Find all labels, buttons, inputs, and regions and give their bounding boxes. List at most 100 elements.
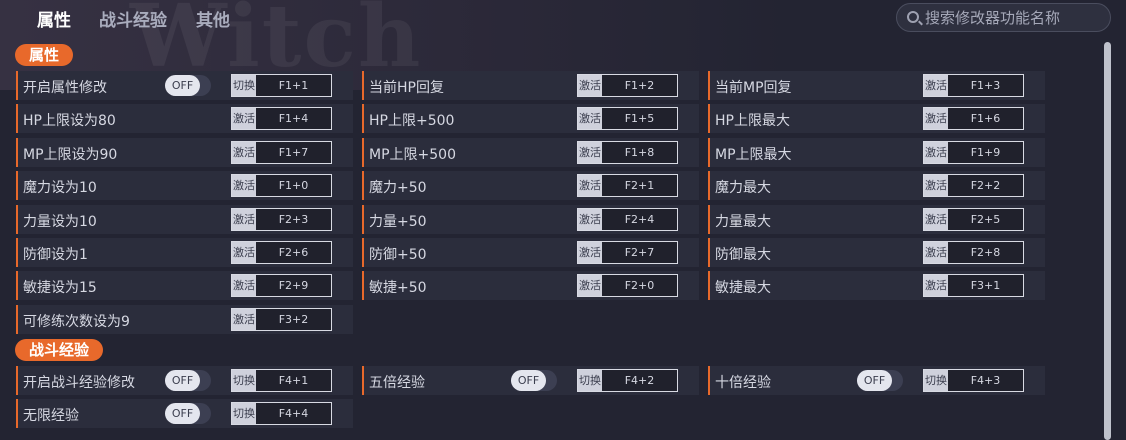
hotkey-button[interactable]: 切换 F4+2	[577, 369, 678, 392]
hotkey-combo: F1+7	[278, 146, 309, 159]
hotkey-button[interactable]: 激活 F2+9	[231, 274, 332, 297]
hotkey-combo: F2+3	[278, 213, 309, 226]
hotkey-combo: F1+1	[278, 79, 309, 92]
hotkey-combo: F1+6	[970, 112, 1001, 125]
cheat-row: 魔力+50 激活 F2+1	[362, 171, 699, 200]
hotkey-button[interactable]: 激活 F3+1	[923, 274, 1024, 297]
hotkey-button[interactable]: 激活 F2+5	[923, 208, 1024, 231]
cheat-label: 敏捷+50	[369, 280, 427, 296]
hotkey-action-label: 激活	[232, 209, 256, 230]
hotkey-button[interactable]: 切换 F4+3	[923, 369, 1024, 392]
cheat-row: 当前HP回复 激活 F1+2	[362, 71, 699, 100]
hotkey-combo: F2+6	[278, 246, 309, 259]
cheat-label: MP上限最大	[715, 147, 792, 163]
cheat-label: 魔力+50	[369, 180, 427, 196]
hotkey-action-label: 激活	[578, 242, 602, 263]
hotkey-button[interactable]: 激活 F2+0	[577, 274, 678, 297]
hotkey-action-label: 激活	[578, 75, 602, 96]
cheat-toggle[interactable]: OFF	[857, 370, 903, 391]
toggle-state-label: OFF	[857, 370, 892, 391]
cheat-toggle[interactable]: OFF	[165, 403, 211, 424]
hotkey-action-label: 切换	[578, 370, 602, 391]
hotkey-combo: F2+2	[970, 179, 1001, 192]
toggle-state-label: OFF	[165, 403, 200, 424]
cheat-label: 魔力最大	[715, 180, 771, 196]
cheat-row: MP上限+500 激活 F1+8	[362, 138, 699, 167]
cheat-toggle[interactable]: OFF	[511, 370, 557, 391]
cheat-label: MP上限+500	[369, 147, 456, 163]
hotkey-action-label: 激活	[578, 275, 602, 296]
section-header: 战斗经验	[15, 339, 104, 361]
hotkey-button[interactable]: 激活 F2+6	[231, 241, 332, 264]
cheat-row: 可修练次数设为9 激活 F3+2	[16, 305, 353, 334]
cheat-row: HP上限+500 激活 F1+5	[362, 104, 699, 133]
hotkey-button[interactable]: 切换 F4+4	[231, 402, 332, 425]
hotkey-button[interactable]: 切换 F1+1	[231, 74, 332, 97]
tab-battle-exp[interactable]: 战斗经验	[99, 6, 167, 31]
hotkey-combo: F4+4	[278, 407, 309, 420]
hotkey-combo: F1+2	[624, 79, 655, 92]
cheat-label: HP上限最大	[715, 113, 790, 129]
cheat-row: 力量最大 激活 F2+5	[708, 205, 1045, 234]
tab-other[interactable]: 其他	[196, 6, 230, 31]
hotkey-combo: F2+8	[970, 246, 1001, 259]
hotkey-action-label: 激活	[578, 142, 602, 163]
hotkey-button[interactable]: 激活 F1+6	[923, 107, 1024, 130]
hotkey-button[interactable]: 切换 F4+1	[231, 369, 332, 392]
cheat-row: MP上限设为90 激活 F1+7	[16, 138, 353, 167]
hotkey-action-label: 激活	[232, 309, 256, 330]
hotkey-button[interactable]: 激活 F1+5	[577, 107, 678, 130]
cheat-toggle[interactable]: OFF	[165, 370, 211, 391]
hotkey-combo: F1+5	[624, 112, 655, 125]
search-box[interactable]	[896, 3, 1111, 32]
toggle-state-label: OFF	[165, 370, 200, 391]
hotkey-action-label: 激活	[924, 209, 948, 230]
hotkey-action-label: 激活	[578, 108, 602, 129]
hotkey-button[interactable]: 激活 F1+3	[923, 74, 1024, 97]
hotkey-combo: F1+8	[624, 146, 655, 159]
hotkey-button[interactable]: 激活 F2+4	[577, 208, 678, 231]
hotkey-button[interactable]: 激活 F2+2	[923, 174, 1024, 197]
cheat-label: 十倍经验	[715, 375, 771, 391]
hotkey-button[interactable]: 激活 F3+2	[231, 308, 332, 331]
hotkey-button[interactable]: 激活 F1+7	[231, 141, 332, 164]
hotkey-button[interactable]: 激活 F2+8	[923, 241, 1024, 264]
hotkey-action-label: 切换	[232, 370, 256, 391]
toggle-state-label: OFF	[511, 370, 546, 391]
hotkey-combo: F2+0	[624, 279, 655, 292]
hotkey-action-label: 激活	[924, 175, 948, 196]
section-header: 属性	[15, 44, 74, 66]
hotkey-action-label: 激活	[924, 275, 948, 296]
hotkey-button[interactable]: 激活 F1+4	[231, 107, 332, 130]
hotkey-button[interactable]: 激活 F1+0	[231, 174, 332, 197]
cheat-toggle[interactable]: OFF	[165, 75, 211, 96]
hotkey-button[interactable]: 激活 F2+7	[577, 241, 678, 264]
cheat-label: MP上限设为90	[23, 147, 118, 163]
search-input[interactable]	[925, 7, 1105, 28]
cheat-label: 防御+50	[369, 247, 427, 263]
cheat-row: 当前MP回复 激活 F1+3	[708, 71, 1045, 100]
cheat-label: 可修练次数设为9	[23, 314, 130, 330]
hotkey-combo: F1+0	[278, 179, 309, 192]
cheat-row: 魔力最大 激活 F2+2	[708, 171, 1045, 200]
cheat-row: 防御+50 激活 F2+7	[362, 238, 699, 267]
hotkey-combo: F4+3	[970, 374, 1001, 387]
hotkey-button[interactable]: 激活 F2+3	[231, 208, 332, 231]
hotkey-combo: F4+1	[278, 374, 309, 387]
hotkey-combo: F1+9	[970, 146, 1001, 159]
cheat-label: 敏捷设为15	[23, 280, 97, 296]
tab-attributes[interactable]: 属性	[37, 6, 71, 31]
hotkey-button[interactable]: 激活 F1+2	[577, 74, 678, 97]
hotkey-button[interactable]: 激活 F1+8	[577, 141, 678, 164]
cheat-label: 防御设为1	[23, 247, 88, 263]
hotkey-combo: F1+4	[278, 112, 309, 125]
cheat-label: 防御最大	[715, 247, 771, 263]
cheat-row: 力量设为10 激活 F2+3	[16, 205, 353, 234]
cheat-row: HP上限设为80 激活 F1+4	[16, 104, 353, 133]
top-bar: 属性 战斗经验 其他	[0, 0, 1126, 36]
scrollbar[interactable]	[1104, 42, 1111, 440]
hotkey-button[interactable]: 激活 F2+1	[577, 174, 678, 197]
hotkey-button[interactable]: 激活 F1+9	[923, 141, 1024, 164]
cheat-row: 敏捷+50 激活 F2+0	[362, 271, 699, 300]
cheat-label: HP上限+500	[369, 113, 455, 129]
